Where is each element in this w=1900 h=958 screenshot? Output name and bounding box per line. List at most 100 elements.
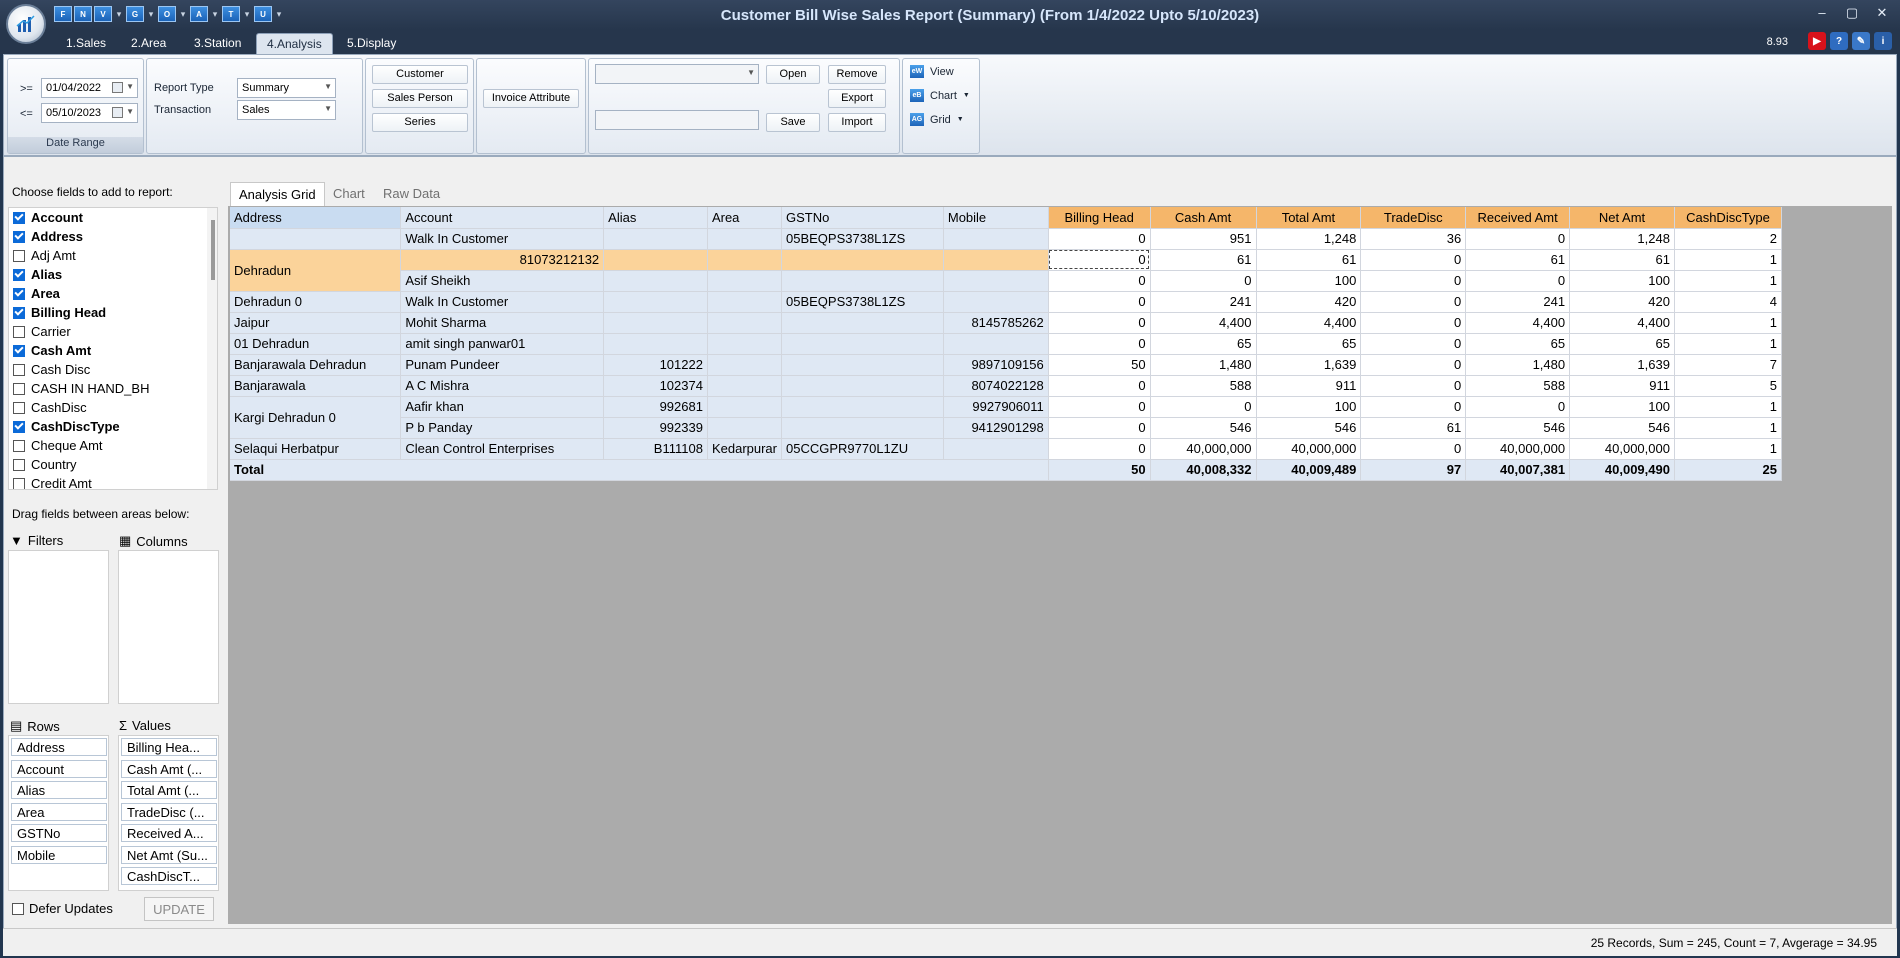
row-header-cell[interactable]: Account xyxy=(400,207,605,229)
value-cell[interactable]: 4 xyxy=(1674,291,1783,313)
value-cell[interactable]: 0 xyxy=(1360,375,1467,397)
value-field-item[interactable]: Received A... xyxy=(121,824,217,842)
series-button[interactable]: Series xyxy=(372,113,468,132)
info-icon[interactable]: i xyxy=(1874,32,1892,50)
table-row[interactable]: Banjarawala Dehradun Punam Pundeer 101222 9… xyxy=(230,354,1783,376)
alias-cell[interactable] xyxy=(603,333,708,355)
value-cell[interactable]: 0 xyxy=(1048,228,1151,250)
tab-station[interactable]: 3.Station xyxy=(184,33,251,54)
layout-name-input[interactable] xyxy=(595,110,759,130)
row-header-cell[interactable]: Area xyxy=(707,207,783,229)
value-cell[interactable]: 100 xyxy=(1256,396,1362,418)
transaction-select[interactable]: Sales ▼ xyxy=(237,100,336,120)
area-cell[interactable] xyxy=(707,291,783,313)
value-header-cell[interactable]: Billing Head xyxy=(1048,207,1151,229)
total-value-cell[interactable]: 40,008,332 xyxy=(1150,459,1257,481)
field-item[interactable]: Country xyxy=(9,455,217,474)
value-cell[interactable]: 588 xyxy=(1465,375,1571,397)
value-cell[interactable]: 5 xyxy=(1674,375,1783,397)
field-item[interactable]: Cash Amt xyxy=(9,341,217,360)
table-row[interactable]: Kargi Dehradun 0 Aafir khan 992681 99279060… xyxy=(230,396,1783,439)
value-cell[interactable]: 4,400 xyxy=(1465,312,1571,334)
field-item[interactable]: CASH IN HAND_BH xyxy=(9,379,217,398)
value-field-item[interactable]: Net Amt (Su... xyxy=(121,845,217,864)
value-cell[interactable]: 100 xyxy=(1256,270,1362,292)
qa-o-icon[interactable]: O xyxy=(158,6,176,22)
value-cell[interactable]: 951 xyxy=(1150,228,1257,250)
gst-cell[interactable]: 05BEQPS3738L1ZS xyxy=(781,291,944,313)
value-cell[interactable]: 0 xyxy=(1360,291,1467,313)
gst-cell[interactable] xyxy=(781,270,944,292)
value-cell[interactable]: 61 xyxy=(1569,249,1675,271)
to-date-field[interactable]: 05/10/2023 ▼ xyxy=(41,103,138,123)
value-cell[interactable]: 61 xyxy=(1256,249,1362,271)
address-cell[interactable]: Banjarawala xyxy=(230,375,402,397)
value-cell[interactable]: 40,000,000 xyxy=(1150,438,1257,460)
address-cell[interactable]: Dehradun xyxy=(230,249,402,292)
address-cell[interactable]: Dehradun 0 xyxy=(230,291,402,313)
total-value-cell[interactable]: 50 xyxy=(1048,459,1151,481)
value-cell[interactable]: 65 xyxy=(1569,333,1675,355)
account-cell[interactable]: Clean Control Enterprises xyxy=(400,438,605,460)
open-button[interactable]: Open xyxy=(766,65,820,84)
view-button[interactable]: eW View xyxy=(910,65,954,78)
remove-button[interactable]: Remove xyxy=(828,65,886,84)
value-cell[interactable]: 1,248 xyxy=(1256,228,1362,250)
value-cell[interactable]: 0 xyxy=(1465,270,1571,292)
tab-analysis-grid[interactable]: Analysis Grid xyxy=(230,182,325,206)
mobile-cell[interactable]: 8074022128 xyxy=(943,375,1049,397)
report-type-select[interactable]: Summary ▼ xyxy=(237,78,336,98)
value-cell[interactable]: 546 xyxy=(1569,417,1675,439)
table-row[interactable]: Dehradun 0 Walk In Customer 05BEQPS3738L1Z… xyxy=(230,291,1783,313)
gst-cell[interactable] xyxy=(781,312,944,334)
maximize-icon[interactable]: ▢ xyxy=(1842,5,1862,21)
area-cell[interactable] xyxy=(707,396,783,418)
account-cell[interactable]: Walk In Customer xyxy=(400,291,605,313)
row-field-item[interactable]: Address xyxy=(11,738,107,756)
field-checkbox[interactable] xyxy=(13,287,25,300)
table-row[interactable]: Dehradun 81073212132 0 61 61 0 61 61 1 xyxy=(230,249,1783,292)
area-cell[interactable] xyxy=(707,249,783,271)
table-row[interactable]: Jaipur Mohit Sharma 8145785262 0 4,400 4,400 0… xyxy=(230,312,1783,334)
value-cell[interactable]: 0 xyxy=(1048,417,1151,439)
value-header-cell[interactable]: Total Amt xyxy=(1256,207,1362,229)
qa-t-icon[interactable]: T xyxy=(222,6,240,22)
value-cell[interactable]: 1 xyxy=(1674,270,1783,292)
close-icon[interactable]: ✕ xyxy=(1872,5,1892,21)
scrollbar-thumb[interactable] xyxy=(211,220,215,280)
alias-cell[interactable]: 992681 xyxy=(603,396,708,418)
chevron-down-icon[interactable]: ▼ xyxy=(963,92,970,99)
alias-cell[interactable] xyxy=(603,270,708,292)
from-date-field[interactable]: 01/04/2022 ▼ xyxy=(41,78,138,98)
account-cell[interactable]: Punam Pundeer xyxy=(400,354,605,376)
address-cell[interactable]: Jaipur xyxy=(230,312,402,334)
value-field-item[interactable]: TradeDisc (... xyxy=(121,802,217,821)
field-checkbox[interactable] xyxy=(13,325,25,338)
save-button[interactable]: Save xyxy=(766,113,820,132)
field-item[interactable]: CashDiscType xyxy=(9,417,217,436)
calendar-icon[interactable] xyxy=(112,82,123,93)
value-cell[interactable]: 0 xyxy=(1048,312,1151,334)
alias-cell[interactable]: 992339 xyxy=(603,417,708,439)
value-cell[interactable]: 0 xyxy=(1360,312,1467,334)
address-cell[interactable]: Selaqui Herbatpur xyxy=(230,438,402,460)
columns-area[interactable] xyxy=(118,550,219,704)
value-cell[interactable]: 0 xyxy=(1048,270,1151,292)
value-cell[interactable]: 1 xyxy=(1674,396,1783,418)
field-item[interactable]: Account xyxy=(9,208,217,227)
field-item[interactable]: Address xyxy=(9,227,217,246)
minimize-icon[interactable]: – xyxy=(1812,5,1832,21)
value-cell[interactable]: 1,480 xyxy=(1465,354,1571,376)
field-item[interactable]: Credit Amt xyxy=(9,474,217,489)
tab-sales[interactable]: 1.Sales xyxy=(56,33,116,54)
field-item[interactable]: Billing Head xyxy=(9,303,217,322)
table-row[interactable]: Banjarawala A C Mishra 102374 8074022128 0 58… xyxy=(230,375,1783,397)
tab-raw-data[interactable]: Raw Data xyxy=(375,182,448,206)
account-cell[interactable]: Walk In Customer xyxy=(400,228,605,250)
field-checkbox[interactable] xyxy=(13,268,25,281)
value-cell[interactable]: 0 xyxy=(1048,438,1151,460)
row-field-item[interactable]: Alias xyxy=(11,781,107,799)
field-checkbox[interactable] xyxy=(13,477,25,489)
address-cell[interactable]: 01 Dehradun xyxy=(230,333,402,355)
value-cell[interactable]: 0 xyxy=(1150,270,1257,292)
